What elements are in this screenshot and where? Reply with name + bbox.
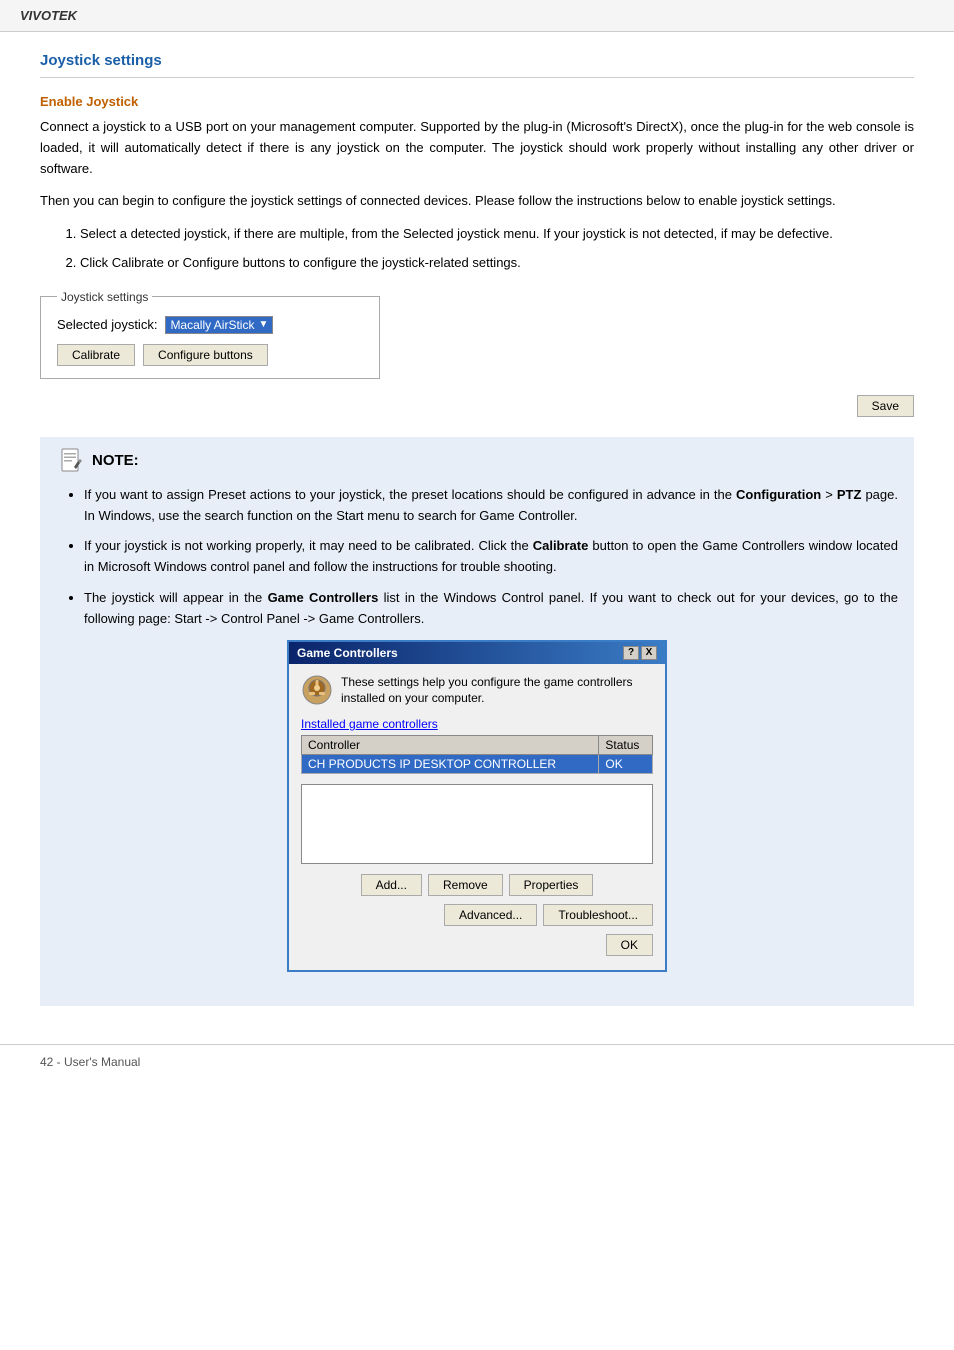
list-item-1: Select a detected joystick, if there are…	[80, 224, 914, 245]
dialog-description: These settings help you configure the ga…	[341, 674, 653, 708]
joystick-select-value: Macally AirStick	[170, 318, 254, 332]
page-title: Joystick settings	[40, 52, 914, 78]
installed-label: Installed game controllers	[301, 717, 653, 731]
dialog-titlebar: Game Controllers ? X	[289, 642, 665, 664]
table-row[interactable]: CH PRODUCTS IP DESKTOP CONTROLLER OK	[302, 755, 653, 774]
calibrate-button[interactable]: Calibrate	[57, 344, 135, 366]
remove-button[interactable]: Remove	[428, 874, 503, 896]
troubleshoot-button[interactable]: Troubleshoot...	[543, 904, 653, 926]
game-controllers-dialog: Game Controllers ? X	[287, 640, 667, 973]
list-item-2: Click Calibrate or Configure buttons to …	[80, 253, 914, 274]
ok-button[interactable]: OK	[606, 934, 653, 956]
dropdown-arrow-icon: ▼	[258, 319, 268, 330]
advanced-button[interactable]: Advanced...	[444, 904, 537, 926]
table-header-status: Status	[599, 736, 653, 755]
save-button[interactable]: Save	[857, 395, 914, 417]
selected-joystick-label: Selected joystick:	[57, 317, 157, 332]
page-wrapper: VIVOTEK Joystick settings Enable Joystic…	[0, 0, 954, 1079]
joystick-select-dropdown[interactable]: Macally AirStick ▼	[165, 316, 273, 334]
dialog-btn-row2: Advanced... Troubleshoot...	[301, 904, 653, 926]
dialog-body: These settings help you configure the ga…	[289, 664, 665, 971]
joystick-buttons-row: Calibrate Configure buttons	[57, 344, 363, 366]
note-box: NOTE: If you want to assign Preset actio…	[40, 437, 914, 1006]
note-item-1: If you want to assign Preset actions to …	[84, 485, 898, 527]
dialog-btn-row3: OK	[301, 934, 653, 956]
note-item-3: The joystick will appear in the Game Con…	[84, 588, 898, 630]
note-item-2: If your joystick is not working properly…	[84, 536, 898, 578]
save-row: Save	[40, 395, 914, 417]
joystick-box-legend: Joystick settings	[57, 290, 152, 304]
footer-text: 42 - User's Manual	[40, 1055, 140, 1069]
table-cell-status: OK	[599, 755, 653, 774]
dialog-help-button[interactable]: ?	[623, 646, 639, 660]
dialog-btn-row1: Add... Remove Properties	[301, 874, 653, 896]
instructions-list: Select a detected joystick, if there are…	[60, 224, 914, 274]
note-bold-ptz: PTZ	[837, 487, 862, 502]
dialog-list-area	[301, 784, 653, 864]
table-header-controller: Controller	[302, 736, 599, 755]
paragraph1: Connect a joystick to a USB port on your…	[40, 117, 914, 179]
add-button[interactable]: Add...	[361, 874, 422, 896]
dialog-desc-row: These settings help you configure the ga…	[301, 674, 653, 708]
dialog-titlebar-buttons: ? X	[623, 646, 657, 660]
note-icon	[56, 447, 84, 475]
note-header: NOTE:	[56, 447, 898, 475]
note-bold-gamecontrollers: Game Controllers	[268, 590, 379, 605]
dialog-title: Game Controllers	[297, 646, 398, 660]
joystick-dialog-icon	[301, 674, 333, 706]
controller-table: Controller Status CH PRODUCTS IP DESKTOP…	[301, 735, 653, 774]
configure-buttons-button[interactable]: Configure buttons	[143, 344, 268, 366]
table-cell-controller: CH PRODUCTS IP DESKTOP CONTROLLER	[302, 755, 599, 774]
section-title: Enable Joystick	[40, 94, 914, 109]
note-title: NOTE:	[92, 452, 139, 469]
main-content: Joystick settings Enable Joystick Connec…	[0, 32, 954, 1044]
header: VIVOTEK	[0, 0, 954, 32]
paragraph2: Then you can begin to configure the joys…	[40, 191, 914, 212]
joystick-settings-box: Joystick settings Selected joystick: Mac…	[40, 290, 380, 379]
footer: 42 - User's Manual	[0, 1044, 954, 1079]
note-bold-calibrate: Calibrate	[533, 538, 589, 553]
properties-button[interactable]: Properties	[509, 874, 594, 896]
note-bold-config: Configuration	[736, 487, 821, 502]
brand-label: VIVOTEK	[20, 8, 77, 23]
dialog-close-button[interactable]: X	[641, 646, 657, 660]
selected-joystick-row: Selected joystick: Macally AirStick ▼	[57, 316, 363, 334]
note-items: If you want to assign Preset actions to …	[84, 485, 898, 630]
